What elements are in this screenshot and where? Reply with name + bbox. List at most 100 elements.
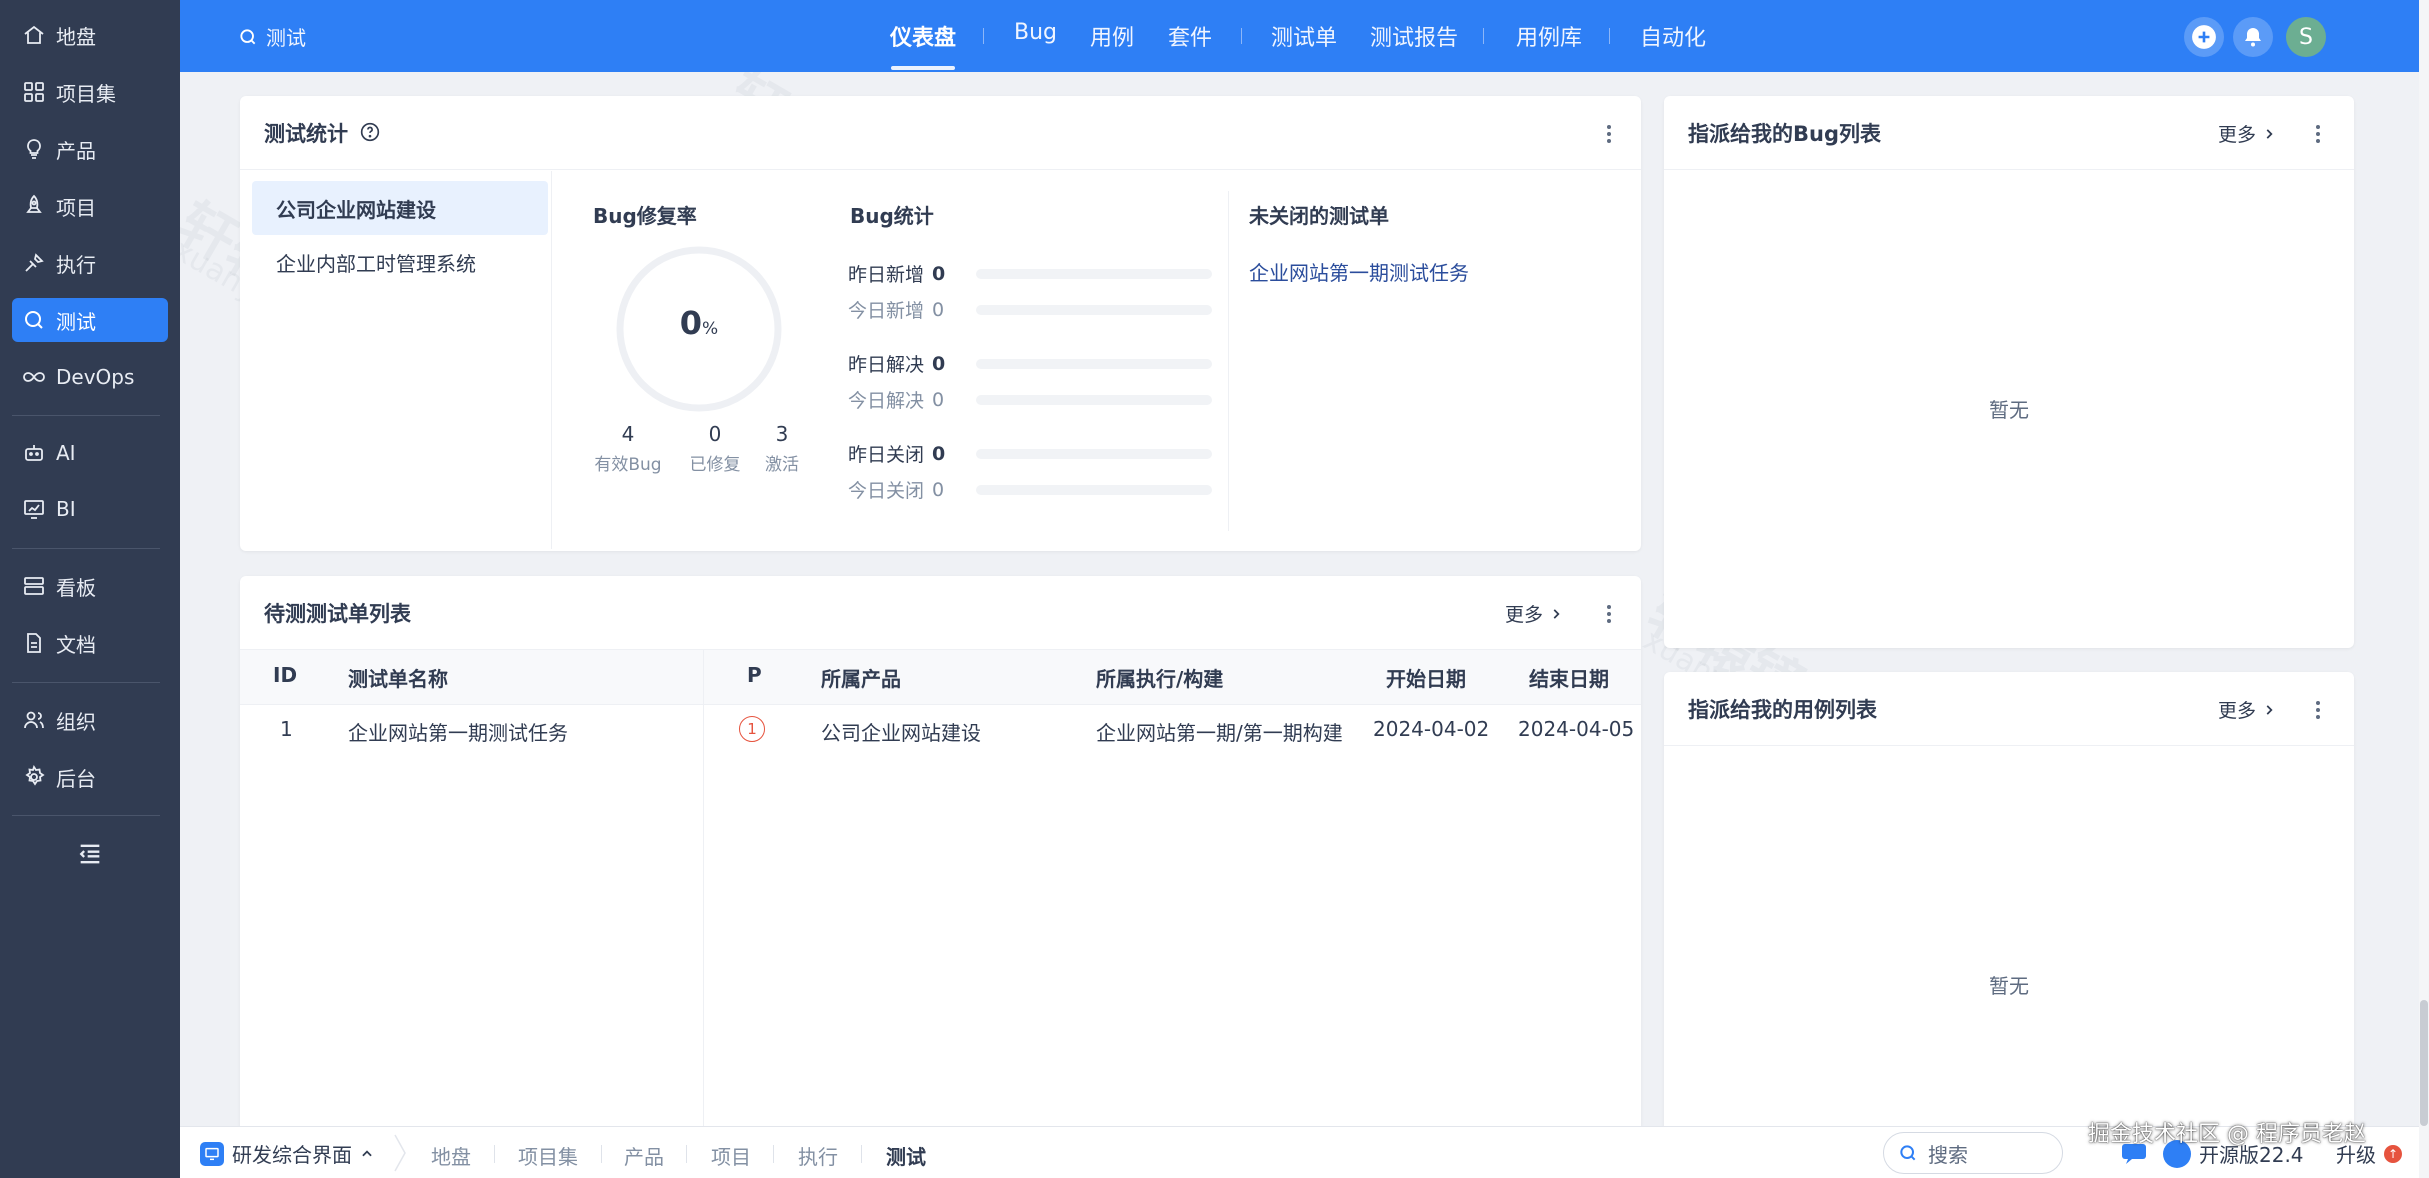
card-header-divider bbox=[240, 169, 1641, 170]
workspace-switcher[interactable]: 研发综合界面 bbox=[200, 1139, 374, 1168]
column-divider bbox=[703, 650, 704, 1136]
tab-suite[interactable]: 套件 bbox=[1168, 20, 1212, 52]
recent-app-test[interactable]: 测试 bbox=[886, 1141, 926, 1170]
tab-automation[interactable]: 自动化 bbox=[1640, 20, 1706, 52]
sidebar-item-product[interactable]: 产品 bbox=[12, 127, 168, 171]
global-search-input[interactable]: 搜索 bbox=[1883, 1132, 2063, 1174]
bottombar-divider bbox=[773, 1145, 774, 1163]
open-testtask-link[interactable]: 企业网站第一期测试任务 bbox=[1249, 257, 1469, 286]
test-stats-card: 测试统计 公司企业网站建设 企业内部工时管理系统 Bug修复率 0% 4 有效B… bbox=[240, 96, 1641, 551]
sidebar-item-program[interactable]: 项目集 bbox=[12, 70, 168, 114]
tab-testtask[interactable]: 测试单 bbox=[1271, 20, 1337, 52]
sidebar-item-devops[interactable]: DevOps bbox=[12, 355, 168, 399]
sidebar-item-kanban[interactable]: 看板 bbox=[12, 564, 168, 608]
top-header: 测试 仪表盘 Bug 用例 套件 测试单 测试报告 用例库 自动化 S bbox=[180, 0, 2419, 72]
card-title: 指派给我的用例列表 bbox=[1688, 698, 1877, 722]
infinity-icon bbox=[23, 372, 45, 382]
row-execution-link[interactable]: 企业网站第一期/第一期构建 bbox=[1096, 717, 1343, 746]
sidebar-item-project[interactable]: 项目 bbox=[12, 184, 168, 228]
upgrade-badge: ↑ bbox=[2384, 1144, 2402, 1163]
col-id[interactable]: ID bbox=[273, 663, 297, 687]
recent-app-dashboard[interactable]: 地盘 bbox=[431, 1141, 471, 1170]
sidebar-item-test[interactable]: 测试 bbox=[12, 298, 168, 342]
bug-stat-bar bbox=[976, 305, 1212, 315]
priority-badge: 1 bbox=[739, 716, 765, 742]
row-id: 1 bbox=[280, 717, 293, 741]
more-link[interactable]: 更多 bbox=[2218, 120, 2276, 147]
product-item[interactable]: 企业内部工时管理系统 bbox=[252, 235, 548, 289]
tab-caselib[interactable]: 用例库 bbox=[1516, 20, 1582, 52]
sidebar-item-label: 项目集 bbox=[56, 81, 116, 106]
col-end[interactable]: 结束日期 bbox=[1529, 663, 1609, 692]
sidebar-divider bbox=[12, 548, 160, 549]
active-tab-indicator bbox=[891, 66, 955, 70]
row-start-date: 2024-04-02 bbox=[1373, 717, 1490, 741]
more-link[interactable]: 更多 bbox=[2218, 696, 2276, 723]
card-title: 指派给我的Bug列表 bbox=[1688, 122, 1881, 146]
sidebar-item-admin[interactable]: 后台 bbox=[12, 755, 168, 799]
grid-icon bbox=[24, 82, 44, 102]
bug-stat-bar bbox=[976, 269, 1212, 279]
col-name[interactable]: 测试单名称 bbox=[348, 663, 448, 692]
search-placeholder: 搜索 bbox=[1928, 1142, 1968, 1167]
recent-app-execution[interactable]: 执行 bbox=[798, 1141, 838, 1170]
help-icon[interactable] bbox=[360, 122, 380, 142]
bug-stats-title: Bug统计 bbox=[850, 204, 934, 228]
sidebar-item-label: 后台 bbox=[56, 766, 96, 791]
card-menu-button[interactable] bbox=[1597, 122, 1621, 146]
tab-testreport[interactable]: 测试报告 bbox=[1370, 20, 1458, 52]
module-search[interactable]: 测试 bbox=[238, 22, 306, 51]
product-item[interactable]: 公司企业网站建设 bbox=[252, 181, 548, 235]
sidebar-item-execution[interactable]: 执行 bbox=[12, 241, 168, 285]
sidebar-item-dashboard[interactable]: 地盘 bbox=[12, 13, 168, 57]
empty-state: 暂无 bbox=[1989, 398, 2029, 422]
user-avatar[interactable]: S bbox=[2286, 17, 2326, 57]
empty-state: 暂无 bbox=[1989, 974, 2029, 998]
card-title: 测试统计 bbox=[264, 122, 348, 146]
collapse-menu-icon[interactable] bbox=[76, 840, 104, 868]
tab-dashboard[interactable]: 仪表盘 bbox=[890, 20, 956, 52]
row-name-link[interactable]: 企业网站第一期测试任务 bbox=[348, 717, 568, 746]
tab-bug[interactable]: Bug bbox=[1014, 20, 1057, 45]
recent-app-product[interactable]: 产品 bbox=[624, 1141, 664, 1170]
card-header-divider bbox=[1664, 169, 2354, 170]
valid-bug-stat: 4 有效Bug bbox=[594, 422, 662, 475]
recent-app-project[interactable]: 项目 bbox=[711, 1141, 751, 1170]
row-product-link[interactable]: 公司企业网站建设 bbox=[821, 717, 981, 746]
more-link[interactable]: 更多 bbox=[1505, 600, 1563, 627]
notification-button[interactable] bbox=[2233, 17, 2273, 57]
tab-case[interactable]: 用例 bbox=[1090, 20, 1134, 52]
assigned-case-card: 指派给我的用例列表 更多 暂无 bbox=[1664, 672, 2354, 1136]
sidebar-item-org[interactable]: 组织 bbox=[12, 698, 168, 742]
create-button[interactable] bbox=[2184, 17, 2224, 57]
chevron-right-icon bbox=[2266, 704, 2273, 715]
sidebar-item-label: AI bbox=[56, 441, 76, 465]
sidebar-divider bbox=[12, 682, 160, 683]
open-testtasks-title: 未关闭的测试单 bbox=[1249, 204, 1389, 228]
robot-icon bbox=[25, 445, 43, 461]
scrollbar-thumb[interactable] bbox=[2420, 1000, 2428, 1126]
col-pri[interactable]: P bbox=[747, 663, 762, 687]
col-execution[interactable]: 所属执行/构建 bbox=[1096, 663, 1223, 692]
recent-app-program[interactable]: 项目集 bbox=[518, 1141, 578, 1170]
bug-stat-bar bbox=[976, 395, 1212, 405]
rocket-icon bbox=[26, 194, 42, 213]
sidebar-item-bi[interactable]: BI bbox=[12, 487, 168, 531]
col-product[interactable]: 所属产品 bbox=[821, 663, 901, 692]
bug-stat-row: 昨日解决 0 bbox=[848, 352, 946, 377]
sidebar-item-ai[interactable]: AI bbox=[12, 431, 168, 475]
sidebar-item-label: 项目 bbox=[56, 195, 96, 220]
doc-icon bbox=[27, 633, 41, 653]
tab-divider bbox=[983, 28, 984, 44]
sidebar-item-label: DevOps bbox=[56, 365, 135, 389]
bottombar-divider bbox=[494, 1145, 495, 1163]
table-header-divider bbox=[240, 704, 1641, 705]
bottombar-divider bbox=[601, 1145, 602, 1163]
card-menu-button[interactable] bbox=[1597, 602, 1621, 626]
col-start[interactable]: 开始日期 bbox=[1386, 663, 1466, 692]
sidebar-item-doc[interactable]: 文档 bbox=[12, 621, 168, 665]
bell-icon bbox=[2245, 28, 2261, 47]
sidebar-item-label: 组织 bbox=[56, 709, 96, 734]
card-menu-button[interactable] bbox=[2306, 122, 2330, 146]
card-menu-button[interactable] bbox=[2306, 698, 2330, 722]
